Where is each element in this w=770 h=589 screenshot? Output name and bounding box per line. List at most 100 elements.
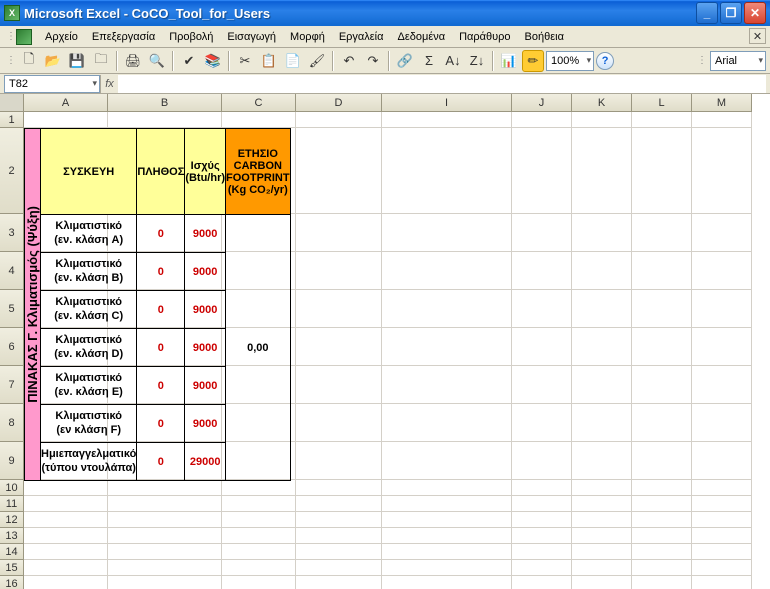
cell[interactable] [296,214,382,252]
cell[interactable] [296,112,382,128]
device-cell[interactable]: Κλιματιστικό(εν. κλάση B) [41,253,137,291]
cell[interactable] [572,528,632,544]
power-cell[interactable]: 29000 [185,443,226,481]
menu-insert[interactable]: Εισαγωγή [220,29,283,45]
count-cell[interactable]: 0 [137,443,185,481]
count-cell[interactable]: 0 [137,405,185,443]
device-cell[interactable]: Κλιματιστικό(εν κλάση F) [41,405,137,443]
cell[interactable] [692,252,752,290]
row-header-9[interactable]: 9 [0,442,24,480]
power-cell[interactable]: 9000 [185,405,226,443]
cell[interactable] [692,544,752,560]
cell[interactable] [692,512,752,528]
drawing-button[interactable]: ✏ [522,50,544,72]
cell[interactable] [572,128,632,214]
row-header-4[interactable]: 4 [0,252,24,290]
cell[interactable] [512,128,572,214]
cell[interactable] [572,404,632,442]
cell[interactable] [692,366,752,404]
row-header-11[interactable]: 11 [0,496,24,512]
print-preview-button[interactable]: 🔍 [146,50,168,72]
select-all-box[interactable] [0,94,24,112]
count-cell[interactable]: 0 [137,329,185,367]
device-cell[interactable]: Ημιεπαγγελματικό(τύπου ντουλάπα) [41,443,137,481]
cell[interactable] [572,214,632,252]
row-header-5[interactable]: 5 [0,290,24,328]
row-header-1[interactable]: 1 [0,112,24,128]
row-header-15[interactable]: 15 [0,560,24,576]
cell[interactable] [632,328,692,366]
cell[interactable] [296,560,382,576]
cell[interactable] [296,442,382,480]
cell[interactable] [572,366,632,404]
column-header-C[interactable]: C [222,94,296,112]
cell[interactable] [382,512,512,528]
cell[interactable] [24,544,108,560]
worksheet-grid[interactable]: ABCDIJKLM 12345678910111213141516 ΠΙΝΑΚΑ… [0,94,770,589]
cell[interactable] [222,512,296,528]
menu-edit[interactable]: Επεξεργασία [85,29,162,45]
row-header-10[interactable]: 10 [0,480,24,496]
cut-button[interactable]: ✂ [234,50,256,72]
cell[interactable] [692,404,752,442]
cell[interactable] [512,328,572,366]
menu-format[interactable]: Μορφή [283,29,332,45]
cell[interactable] [296,252,382,290]
cell[interactable] [632,544,692,560]
device-cell[interactable]: Κλιματιστικό(εν. κλάση E) [41,367,137,405]
cell[interactable] [692,214,752,252]
cell[interactable] [572,252,632,290]
cell[interactable] [382,290,512,328]
menu-data[interactable]: Δεδομένα [391,29,453,45]
cell[interactable] [296,544,382,560]
workbook-icon[interactable] [16,29,32,45]
cell[interactable] [572,112,632,128]
research-button[interactable]: 📚 [202,50,224,72]
cell[interactable] [512,544,572,560]
column-header-I[interactable]: I [382,94,512,112]
menu-tools[interactable]: Εργαλεία [332,29,391,45]
workbook-close-button[interactable]: ✕ [749,28,766,44]
cell[interactable] [296,512,382,528]
zoom-select[interactable]: 100% [546,51,594,71]
cell[interactable] [692,328,752,366]
cell[interactable] [512,112,572,128]
cell[interactable] [692,112,752,128]
cell[interactable] [296,366,382,404]
cell[interactable] [382,128,512,214]
column-header-A[interactable]: A [24,94,108,112]
power-cell[interactable]: 9000 [185,253,226,291]
cell[interactable] [632,442,692,480]
copy-button[interactable]: 📋 [258,50,280,72]
cell[interactable] [692,576,752,589]
cell[interactable] [222,544,296,560]
cell[interactable] [572,512,632,528]
sort-asc-button[interactable]: A↓ [442,50,464,72]
cell[interactable] [632,512,692,528]
cell[interactable] [382,442,512,480]
cell[interactable] [296,528,382,544]
cell[interactable] [632,404,692,442]
cell[interactable] [108,576,222,589]
row-header-2[interactable]: 2 [0,128,24,214]
cell[interactable] [632,214,692,252]
cell[interactable] [222,496,296,512]
new-button[interactable]: 🗋 [18,50,40,72]
cell[interactable] [632,290,692,328]
cell[interactable] [512,290,572,328]
cell[interactable] [296,496,382,512]
cell[interactable] [382,112,512,128]
column-header-B[interactable]: B [108,94,222,112]
cell[interactable] [296,290,382,328]
open-button[interactable]: 📂 [42,50,64,72]
cell[interactable] [632,128,692,214]
cell[interactable] [296,404,382,442]
cell[interactable] [512,576,572,589]
chart-button[interactable]: 📊 [498,50,520,72]
cell[interactable] [512,512,572,528]
cell[interactable] [512,366,572,404]
count-cell[interactable]: 0 [137,253,185,291]
cell[interactable] [382,544,512,560]
device-cell[interactable]: Κλιματιστικό(εν. κλάση C) [41,291,137,329]
column-header-D[interactable]: D [296,94,382,112]
